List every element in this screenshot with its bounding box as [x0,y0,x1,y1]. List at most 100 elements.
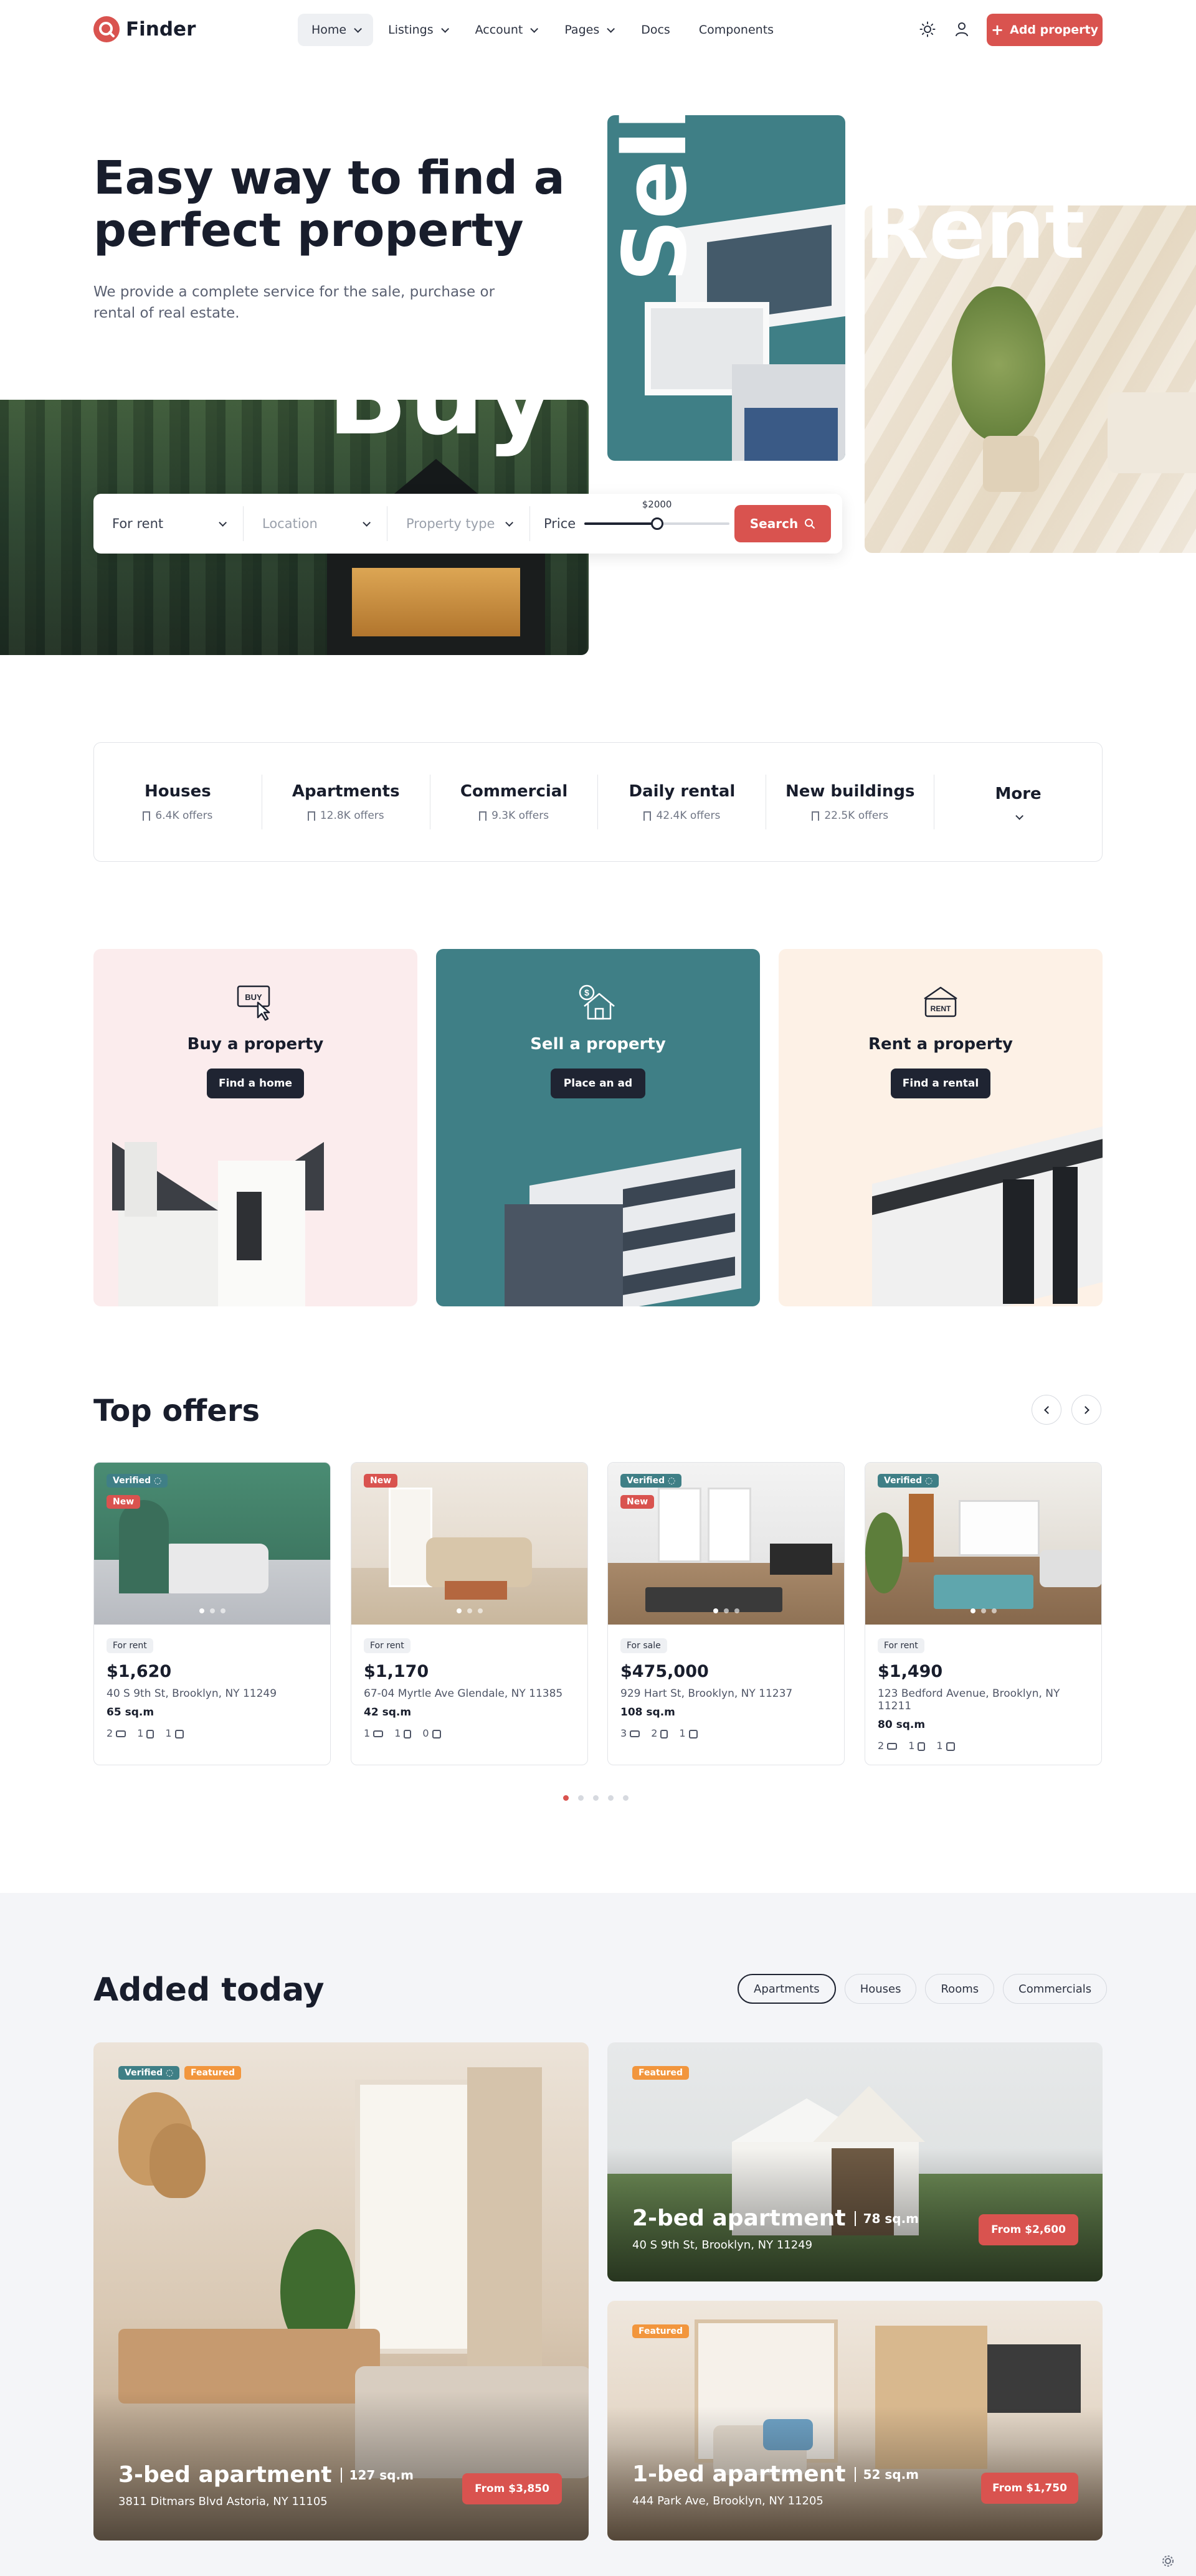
beds-count: 2 [878,1740,898,1752]
nav-account[interactable]: Account [462,14,550,46]
offer-image: New [351,1463,587,1625]
brand-logo[interactable]: Finder [93,16,196,42]
tab-rooms[interactable]: Rooms [925,1974,995,2004]
property-type-select[interactable]: Property type [387,516,529,531]
offer-type-badge: For rent [364,1638,411,1653]
price-slider-thumb[interactable] [650,517,663,530]
gear-icon[interactable] [1161,2554,1175,2568]
find-home-button[interactable]: Find a home [207,1069,304,1098]
bed-icon [887,1743,898,1750]
category-apartments[interactable]: Apartments 12.8K offers [262,782,430,822]
service-card-buy: BUY Buy a property Find a home [93,949,417,1306]
find-rental-button[interactable]: Find a rental [891,1069,990,1098]
listing-info: 1-bed apartment 52 sq.m 444 Park Ave, Bro… [632,2461,919,2508]
building-illustration [436,1142,760,1306]
nav-listings[interactable]: Listings [374,14,460,46]
find-rental-label: Find a rental [902,1077,979,1090]
prev-button[interactable] [1032,1395,1061,1425]
bath-icon [660,1729,668,1739]
place-ad-button[interactable]: Place an ad [551,1069,645,1098]
tab-apartments[interactable]: Apartments [738,1974,836,2004]
image-pagination[interactable] [199,1608,225,1613]
category-new-buildings[interactable]: New buildings 22.5K offers [766,782,934,822]
tab-houses[interactable]: Houses [844,1974,917,2004]
listing-card[interactable]: Featured 1-bed apartment 52 sq.m 444 Park… [607,2301,1103,2541]
verified-badge: Verified ◌ [620,1474,682,1488]
bed-icon [630,1730,640,1737]
modern-house-illustration [779,1125,1103,1306]
new-badge: New [620,1495,655,1509]
added-today-title: Added today [93,1971,325,2009]
location-select[interactable]: Location [244,516,387,531]
theme-sun-icon[interactable] [919,21,936,37]
pagination-dot-active[interactable] [563,1795,569,1801]
offer-card[interactable]: Verified ◌ New For rent $1,620 40 S 9th … [93,1462,331,1765]
category-more[interactable]: More [934,785,1102,820]
image-pagination[interactable] [970,1608,997,1613]
category-count: 22.5K offers [812,809,888,822]
listing-title: 1-bed apartment 52 sq.m [632,2461,919,2487]
deal-type-select[interactable]: For rent [93,516,243,531]
pagination-dot[interactable] [578,1795,584,1801]
offer-address: 40 S 9th St, Brooklyn, NY 11249 [107,1687,277,1700]
nav-docs[interactable]: Docs [627,14,684,46]
user-icon[interactable] [954,21,970,37]
offer-features: 3 2 1 [620,1727,832,1739]
bookmark-icon [479,811,487,821]
listing-price-button[interactable]: From $2,600 [979,2214,1078,2245]
parking-count: 1 [165,1727,184,1739]
pagination-dot[interactable] [623,1795,629,1801]
baths-count: 1 [137,1727,154,1739]
next-button[interactable] [1071,1395,1101,1425]
offer-image: Verified ◌ New [608,1463,844,1625]
nav-components[interactable]: Components [685,14,787,46]
add-property-button[interactable]: + Add property [987,14,1103,46]
price-slider-fill [584,522,657,525]
brand-name: Finder [126,18,196,40]
nav-home[interactable]: Home [298,14,374,46]
dot [970,1608,975,1613]
rent-sign-icon: RENT [924,986,957,1017]
category-bar: Houses 6.4K offers Apartments 12.8K offe… [93,742,1103,862]
hero-subtitle: We provide a complete service for the sa… [93,281,495,324]
offer-card[interactable]: Verified ◌ For rent $1,490 123 Bedford A… [865,1462,1102,1765]
dot [467,1608,472,1613]
offer-card[interactable]: Verified ◌ New For sale $475,000 929 Har… [607,1462,845,1765]
nav-pages[interactable]: Pages [551,14,626,46]
beds-value: 2 [878,1740,885,1752]
category-daily-rental[interactable]: Daily rental 42.4K offers [598,782,766,822]
category-name: Houses [145,782,211,801]
category-commercial[interactable]: Commercial 9.3K offers [430,782,598,822]
category-name: New buildings [785,782,915,801]
category-houses[interactable]: Houses 6.4K offers [94,782,262,822]
listing-card[interactable]: Featured 2-bed apartment 78 sq.m 40 S 9th… [607,2042,1103,2281]
parking-value: 1 [165,1727,172,1739]
offer-price: $1,170 [364,1662,429,1681]
image-pagination[interactable] [713,1608,739,1613]
listing-price-button[interactable]: From $3,850 [462,2473,562,2504]
bed-icon [116,1730,126,1737]
chevron-down-icon [607,24,615,33]
pagination-dot[interactable] [593,1795,599,1801]
hero-word-buy: Buy [327,336,556,459]
image-pagination[interactable] [456,1608,483,1613]
hero-title-line1: Easy way to find a [93,151,565,205]
parking-count: 0 [422,1727,441,1739]
listing-address: 3811 Ditmars Blvd Astoria, NY 11105 [118,2495,328,2508]
hero-title-line2: perfect property [93,204,524,257]
nav-listings-label: Listings [388,23,434,37]
verified-label: Verified [113,1476,151,1486]
beds-value: 3 [620,1727,627,1739]
bed-icon [373,1730,384,1737]
dot [723,1608,729,1613]
search-button[interactable]: Search [734,505,831,542]
listing-price-button[interactable]: From $1,750 [981,2473,1078,2504]
pagination-dot[interactable] [608,1795,614,1801]
offer-card[interactable]: New For rent $1,170 67-04 Myrtle Ave Gle… [351,1462,588,1765]
finder-logo-icon [93,16,120,42]
listing-card-large[interactable]: Verified ◌ Featured 3-bed apartment 127 s… [93,2042,589,2541]
price-slider[interactable]: $2000 [584,499,729,530]
place-ad-label: Place an ad [563,1077,633,1090]
deal-type-value: For rent [112,516,164,531]
tab-commercials[interactable]: Commercials [1003,1974,1108,2004]
